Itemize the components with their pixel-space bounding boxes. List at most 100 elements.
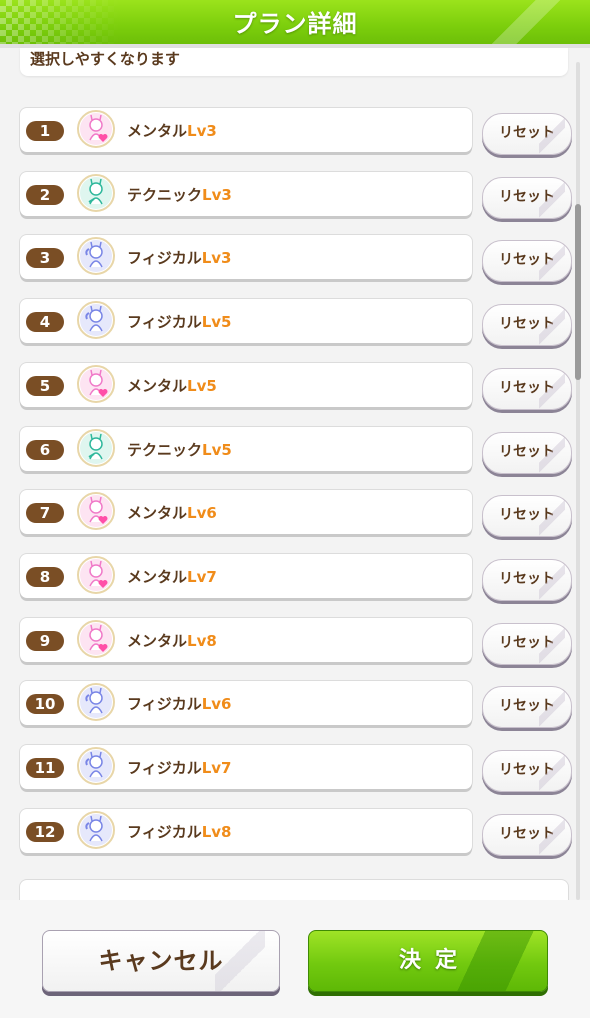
order-badge: 4 [26, 312, 64, 333]
order-badge: 3 [26, 248, 64, 269]
order-badge: 1 [26, 121, 64, 141]
technique-icon [77, 428, 115, 467]
skill-level: Lv5 [202, 440, 232, 459]
plan-list[interactable]: 選択しやすくなります 1 メンタルLv3 リセット 2 テクニックLv3 リセット 3 フィジ… [0, 48, 590, 900]
order-badge: 2 [26, 184, 64, 205]
plan-row: 11 フィジカルLv7 リセット [20, 745, 572, 793]
skill-name: メンタル [127, 631, 188, 650]
reset-button[interactable]: リセット [482, 431, 572, 474]
skill-label: メンタルLv6 [127, 502, 217, 523]
technique-icon [77, 173, 115, 212]
scrollbar-track[interactable] [576, 62, 580, 900]
skill-name: メンタル [127, 504, 188, 523]
skill-level: Lv8 [201, 822, 232, 841]
reset-button[interactable]: リセット [482, 113, 572, 155]
plan-card[interactable]: 8 メンタルLv7 [20, 553, 472, 598]
plan-row: 2 テクニックLv3 リセット [20, 171, 572, 220]
physical-icon [77, 683, 115, 722]
order-badge: 8 [26, 566, 64, 587]
order-badge: 10 [26, 694, 64, 715]
skill-level: Lv3 [201, 249, 232, 268]
footer-bar: キャンセル 決定 [0, 900, 590, 1018]
plan-row: 12 フィジカルLv8 リセット [20, 808, 572, 857]
plan-row: 8 メンタルLv7 リセット [20, 553, 572, 602]
skill-level: Lv7 [187, 567, 217, 586]
skill-level: Lv3 [202, 185, 232, 204]
reset-button[interactable]: リセット [482, 240, 572, 283]
skill-label: テクニックLv5 [127, 439, 232, 460]
plan-row: 10 フィジカルLv6 リセット [20, 681, 572, 729]
plan-card[interactable]: 11 フィジカルLv7 [20, 745, 472, 789]
order-badge: 6 [26, 439, 64, 460]
plan-card[interactable]: 12 フィジカルLv8 [20, 808, 472, 853]
physical-icon [77, 810, 115, 849]
plan-card[interactable]: 4 フィジカルLv5 [20, 299, 472, 344]
empty-card [20, 880, 568, 900]
skill-level: Lv7 [201, 759, 232, 777]
plan-card[interactable]: 6 テクニックLv5 [20, 426, 472, 471]
plan-card[interactable]: 2 テクニックLv3 [20, 171, 472, 216]
confirm-button[interactable]: 決定 [308, 930, 548, 992]
skill-name: フィジカル [127, 759, 202, 777]
skill-label: フィジカルLv8 [127, 821, 231, 842]
physical-icon [77, 237, 115, 276]
plan-row: 5 メンタルLv5 リセット [20, 362, 572, 411]
plan-card[interactable]: 5 メンタルLv5 [20, 362, 472, 407]
physical-icon [77, 747, 115, 785]
order-badge: 5 [26, 375, 64, 396]
plan-card[interactable]: 7 メンタルLv6 [20, 490, 472, 535]
header-bar: プラン詳細 [0, 0, 590, 44]
skill-label: メンタルLv7 [127, 566, 217, 587]
reset-button[interactable]: リセット [482, 304, 572, 347]
physical-icon [77, 301, 115, 340]
plan-card[interactable]: 1 メンタルLv3 [20, 108, 472, 152]
skill-label: フィジカルLv6 [127, 693, 231, 714]
plan-row: 7 メンタルLv6 リセット [20, 490, 572, 538]
skill-name: フィジカル [127, 313, 202, 332]
reset-button[interactable]: リセット [482, 495, 572, 538]
skill-name: フィジカル [127, 249, 202, 268]
order-badge: 7 [26, 503, 64, 524]
skill-label: メンタルLv3 [127, 120, 217, 141]
plan-row: 9 メンタルLv8 リセット [20, 617, 572, 666]
scrollbar-thumb[interactable] [575, 204, 581, 380]
skill-label: フィジカルLv7 [127, 757, 231, 778]
order-badge: 11 [26, 758, 64, 778]
reset-button[interactable]: リセット [482, 367, 572, 410]
plan-row: 1 メンタルLv3 リセット [20, 108, 572, 156]
plan-card[interactable]: 3 フィジカルLv3 [20, 235, 472, 280]
page-title: プラン詳細 [232, 10, 358, 38]
skill-level: Lv6 [201, 695, 232, 714]
skill-level: Lv5 [187, 376, 217, 395]
skill-label: テクニックLv3 [127, 184, 232, 205]
reset-button[interactable]: リセット [482, 813, 572, 856]
cancel-button[interactable]: キャンセル [42, 930, 280, 992]
skill-label: メンタルLv8 [127, 630, 217, 651]
mental-icon [77, 619, 115, 658]
mental-icon [77, 110, 115, 148]
skill-level: Lv5 [201, 313, 232, 332]
plan-row: 3 フィジカルLv3 リセット [20, 235, 572, 283]
skill-name: テクニック [127, 440, 203, 459]
skill-label: メンタルLv5 [127, 375, 217, 396]
skill-name: メンタル [127, 376, 188, 395]
skill-name: フィジカル [127, 695, 202, 714]
reset-button[interactable]: リセット [482, 622, 572, 665]
plan-card[interactable]: 9 メンタルLv8 [20, 617, 472, 662]
reset-button[interactable]: リセット [482, 558, 572, 601]
skill-name: メンタル [127, 567, 188, 586]
reset-button[interactable]: リセット [482, 176, 572, 219]
mental-icon [77, 364, 115, 403]
skill-level: Lv3 [187, 122, 217, 140]
plan-row: 4 フィジカルLv5 リセット [20, 299, 572, 347]
skill-label: フィジカルLv5 [127, 311, 231, 332]
plan-row: 6 テクニックLv5 リセット [20, 426, 572, 475]
skill-label: フィジカルLv3 [127, 247, 231, 268]
reset-button[interactable]: リセット [482, 750, 572, 792]
mental-icon [77, 492, 115, 531]
order-badge: 12 [26, 821, 64, 842]
plan-card[interactable]: 10 フィジカルLv6 [20, 681, 472, 726]
skill-name: フィジカル [127, 822, 202, 841]
reset-button[interactable]: リセット [482, 686, 572, 729]
hint-text: 選択しやすくなります [30, 50, 180, 68]
